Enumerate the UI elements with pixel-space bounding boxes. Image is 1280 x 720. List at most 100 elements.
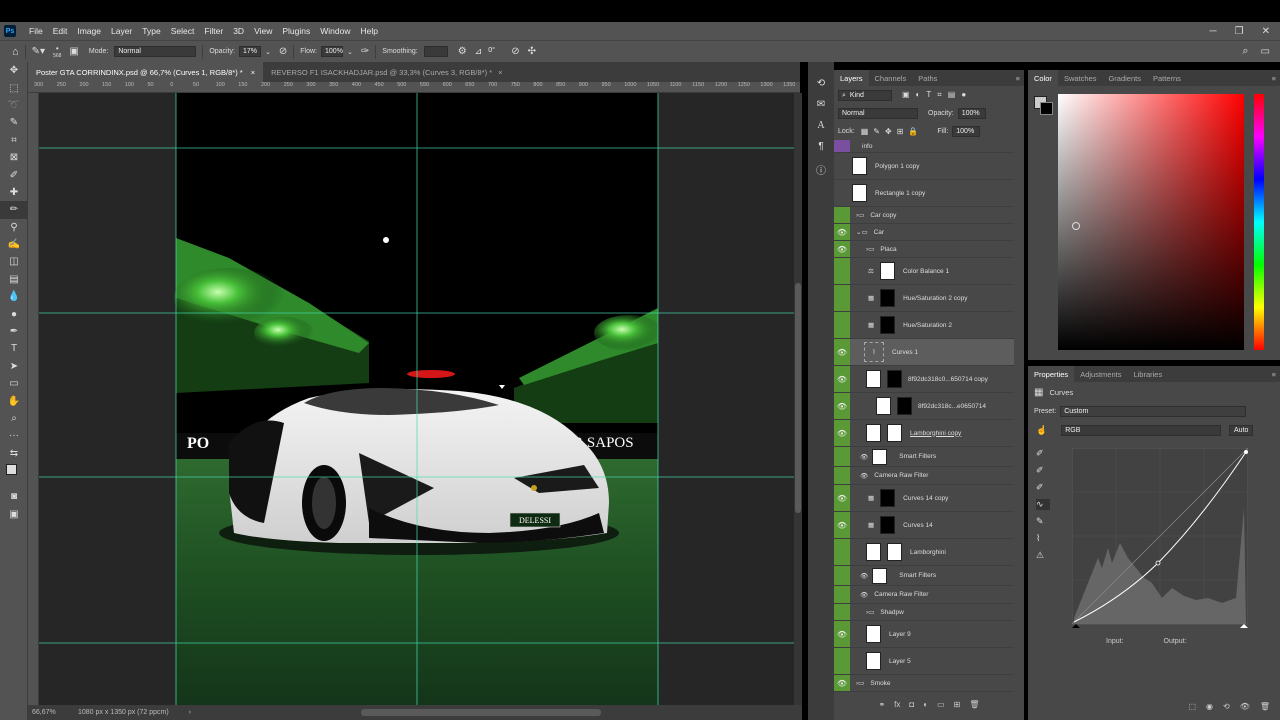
- layer-row[interactable]: ▦ Hue/Saturation 2 copy: [834, 285, 1014, 312]
- smart-filters-row[interactable]: 👁 Smart Filters: [834, 566, 1014, 586]
- layer-row[interactable]: 👁 8f92dc318c...e0650714: [834, 393, 1014, 420]
- color-picker-marker[interactable]: [1072, 222, 1080, 230]
- layer-row[interactable]: 👁 8f92dc318c0...650714 copy: [834, 366, 1014, 393]
- scroll-thumb[interactable]: [795, 283, 801, 513]
- target-adjust-icon[interactable]: ☝: [1036, 425, 1047, 436]
- layer-row[interactable]: Rectangle 1 copy: [834, 180, 1014, 207]
- history-icon[interactable]: ⟲: [808, 78, 834, 89]
- blend-mode-select[interactable]: Normal: [838, 107, 918, 119]
- vertical-scrollbar[interactable]: [794, 93, 802, 705]
- mode-select[interactable]: Normal: [114, 46, 197, 57]
- eye-icon[interactable]: 👁: [860, 591, 868, 599]
- tab-paths[interactable]: Paths: [912, 70, 943, 86]
- move-tool-icon[interactable]: ✥: [0, 62, 28, 79]
- zoom-tool-icon[interactable]: ⌕: [0, 410, 28, 427]
- fill-field[interactable]: 100%: [952, 125, 981, 137]
- close-window-icon[interactable]: ✕: [1262, 26, 1270, 37]
- black-point-eyedropper-icon[interactable]: ✐: [1036, 448, 1050, 459]
- layer-row[interactable]: Lamborghini: [834, 539, 1014, 566]
- curve-point-tool-icon[interactable]: ∿: [1036, 499, 1050, 510]
- foreground-color-swatch[interactable]: [6, 463, 17, 475]
- eye-icon[interactable]: 👁: [834, 224, 850, 240]
- trash-icon[interactable]: 🗑: [1260, 702, 1270, 711]
- layer-opacity-field[interactable]: 100%: [957, 107, 986, 119]
- more-tools-icon[interactable]: ···: [0, 427, 28, 444]
- eye-icon[interactable]: 👁: [834, 366, 850, 392]
- close-tab-icon[interactable]: ×: [498, 68, 502, 77]
- reset-icon[interactable]: ⟲: [1223, 702, 1230, 711]
- layer-row[interactable]: ⚖ Color Balance 1: [834, 258, 1014, 285]
- tab-poster-gta[interactable]: Poster GTA CORRINDINX.psd @ 66,7% (Curve…: [28, 62, 264, 82]
- menu-type[interactable]: Type: [137, 26, 165, 36]
- chevron-down-icon[interactable]: ⌄: [265, 48, 271, 56]
- pressure-opacity-icon[interactable]: ⊘: [279, 46, 287, 57]
- tab-layers[interactable]: Layers: [834, 70, 869, 86]
- brush-preset-icon[interactable]: ✎▾: [32, 46, 45, 57]
- hue-slider[interactable]: [1254, 94, 1264, 350]
- tab-libraries[interactable]: Libraries: [1127, 366, 1168, 382]
- paragraph-icon[interactable]: ¶: [808, 141, 834, 152]
- type-tool-icon[interactable]: T: [0, 340, 28, 357]
- menu-image[interactable]: Image: [72, 26, 106, 36]
- menu-plugins[interactable]: Plugins: [277, 26, 315, 36]
- tab-gradients[interactable]: Gradients: [1102, 70, 1147, 86]
- eye-icon[interactable]: 👁: [834, 485, 850, 511]
- layer-row[interactable]: Layer 5: [834, 648, 1014, 675]
- eye-icon[interactable]: 👁: [834, 420, 850, 446]
- menu-select[interactable]: Select: [166, 26, 200, 36]
- fx-icon[interactable]: fx: [894, 700, 900, 714]
- home-icon[interactable]: ⌂: [12, 46, 19, 58]
- trash-icon[interactable]: 🗑: [969, 700, 979, 714]
- filter-row[interactable]: 👁 Camera Raw Filter: [834, 467, 1014, 485]
- color-field[interactable]: [1058, 94, 1244, 350]
- path-select-tool-icon[interactable]: ➤: [0, 358, 28, 375]
- menu-edit[interactable]: Edit: [48, 26, 73, 36]
- flow-field[interactable]: 100%: [321, 46, 344, 57]
- horizontal-scrollbar[interactable]: [361, 709, 602, 716]
- symmetry-icon[interactable]: ✣: [528, 46, 536, 57]
- link-icon[interactable]: ⚭: [878, 700, 885, 714]
- angle-field[interactable]: 0°: [485, 46, 505, 57]
- eye-icon[interactable]: 👁: [860, 472, 868, 480]
- new-group-icon[interactable]: ▭: [937, 700, 945, 714]
- workspace-icon[interactable]: ▭: [1261, 46, 1270, 57]
- layer-group-row[interactable]: ›▭ Shadpw: [834, 604, 1014, 621]
- curve-point[interactable]: [1244, 450, 1248, 454]
- close-tab-icon[interactable]: ×: [251, 68, 255, 77]
- pen-tool-icon[interactable]: ✒: [0, 323, 28, 340]
- eye-icon[interactable]: 👁: [834, 512, 850, 538]
- screen-mode-icon[interactable]: ▣: [0, 505, 28, 522]
- auto-button[interactable]: Auto: [1229, 424, 1254, 436]
- smart-filters-row[interactable]: 👁 Smart Filters: [834, 447, 1014, 467]
- pencil-curve-icon[interactable]: ✎: [1036, 516, 1050, 527]
- gray-point-eyedropper-icon[interactable]: ✐: [1036, 465, 1050, 476]
- search-icon[interactable]: ⌕: [1242, 45, 1248, 58]
- vertical-ruler[interactable]: [28, 93, 39, 705]
- eyedropper-tool-icon[interactable]: ✐: [0, 166, 28, 183]
- tab-channels[interactable]: Channels: [869, 70, 913, 86]
- layer-row[interactable]: ▦ Hue/Saturation 2: [834, 312, 1014, 339]
- filter-icons[interactable]: ▣◐T⌗▤●: [902, 90, 972, 100]
- brush-settings-icon[interactable]: ▣: [69, 46, 78, 57]
- lasso-tool-icon[interactable]: ➰: [0, 97, 28, 114]
- menu-filter[interactable]: Filter: [199, 26, 228, 36]
- curve-point[interactable]: [1155, 560, 1161, 566]
- clip-to-layer-icon[interactable]: ⬚: [1188, 702, 1196, 711]
- comments-icon[interactable]: ✉: [808, 99, 834, 110]
- horizontal-ruler[interactable]: 300 250 200 150 100 50 0 50 100 150 200 250 300 350 40…: [28, 82, 800, 93]
- airbrush-icon[interactable]: ✑: [361, 46, 369, 57]
- gradient-tool-icon[interactable]: ▤: [0, 271, 28, 288]
- layer-group-row[interactable]: 👁 ⌄▭ Car: [834, 224, 1014, 241]
- brush-tool-icon[interactable]: ✏: [0, 201, 28, 219]
- eye-icon[interactable]: 👁: [860, 453, 868, 461]
- layer-group-row[interactable]: 👁 ›▭ Placa: [834, 241, 1014, 258]
- layer-group-row[interactable]: 👁 ›▭ Smoke: [834, 675, 1014, 692]
- view-previous-icon[interactable]: ◉: [1206, 702, 1213, 711]
- layer-row[interactable]: info: [834, 140, 1014, 153]
- tab-adjustments[interactable]: Adjustments: [1074, 366, 1127, 382]
- dodge-tool-icon[interactable]: ●: [0, 305, 28, 322]
- minimize-icon[interactable]: ─: [1210, 26, 1217, 37]
- history-brush-tool-icon[interactable]: ✍: [0, 236, 28, 253]
- channel-select[interactable]: RGB: [1061, 424, 1222, 436]
- menu-view[interactable]: View: [249, 26, 277, 36]
